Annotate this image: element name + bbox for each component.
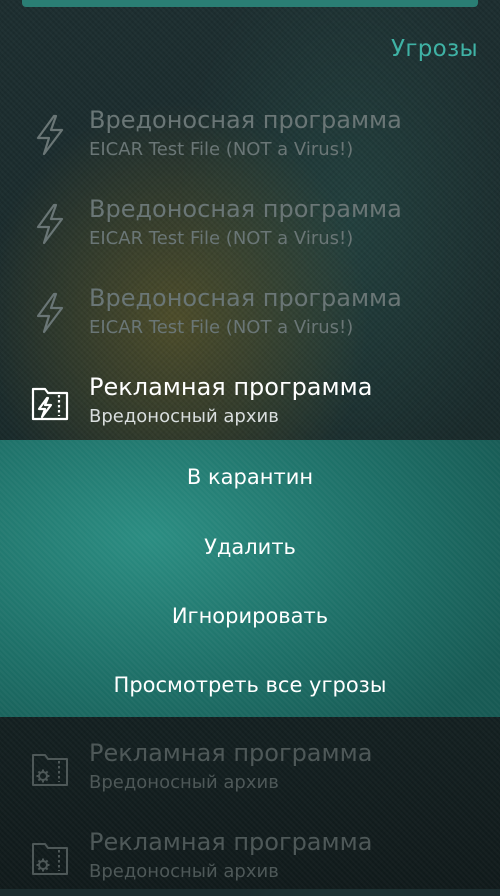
archive-gear-icon [30, 834, 70, 880]
threat-subtitle: EICAR Test File (NOT a Virus!) [89, 228, 354, 249]
lightning-icon [30, 201, 70, 247]
threat-subtitle: Вредоносный архив [89, 772, 279, 793]
delete-button[interactable]: Удалить [0, 512, 500, 581]
threat-subtitle: EICAR Test File (NOT a Virus!) [89, 139, 354, 160]
threat-title: Рекламная программа [89, 739, 373, 767]
threat-title: Рекламная программа [89, 828, 373, 856]
lightning-icon [30, 290, 70, 336]
ignore-button[interactable]: Игнорировать [0, 581, 500, 650]
threat-subtitle: EICAR Test File (NOT a Virus!) [89, 317, 354, 338]
threat-subtitle: Вредоносный архив [89, 861, 279, 882]
lightning-icon [30, 112, 70, 158]
view-all-threats-button[interactable]: Просмотреть все угрозы [0, 650, 500, 719]
threat-list-item[interactable]: Рекламная программа Вредоносный архив [0, 824, 500, 896]
threat-title: Вредоносная программа [89, 284, 402, 312]
top-search-bar[interactable] [22, 0, 478, 7]
threat-list-item[interactable]: Вредоносная программа EICAR Test File (N… [0, 280, 500, 352]
threat-title: Вредоносная программа [89, 195, 402, 223]
threat-title: Рекламная программа [89, 373, 373, 401]
archive-gear-icon [30, 745, 70, 791]
threat-title: Вредоносная программа [89, 106, 402, 134]
threat-list-item[interactable]: Вредоносная программа EICAR Test File (N… [0, 191, 500, 263]
threat-subtitle: Вредоносный архив [89, 406, 279, 427]
threat-list-item-selected[interactable]: Рекламная программа Вредоносный архив [0, 369, 500, 441]
threat-action-menu: В карантин Удалить Игнорировать Просмотр… [0, 440, 500, 717]
section-title: Угрозы [391, 36, 478, 62]
threat-list-item[interactable]: Вредоносная программа EICAR Test File (N… [0, 102, 500, 174]
archive-lightning-icon [30, 379, 70, 425]
quarantine-button[interactable]: В карантин [0, 442, 500, 511]
threat-list-item[interactable]: Рекламная программа Вредоносный архив [0, 735, 500, 807]
